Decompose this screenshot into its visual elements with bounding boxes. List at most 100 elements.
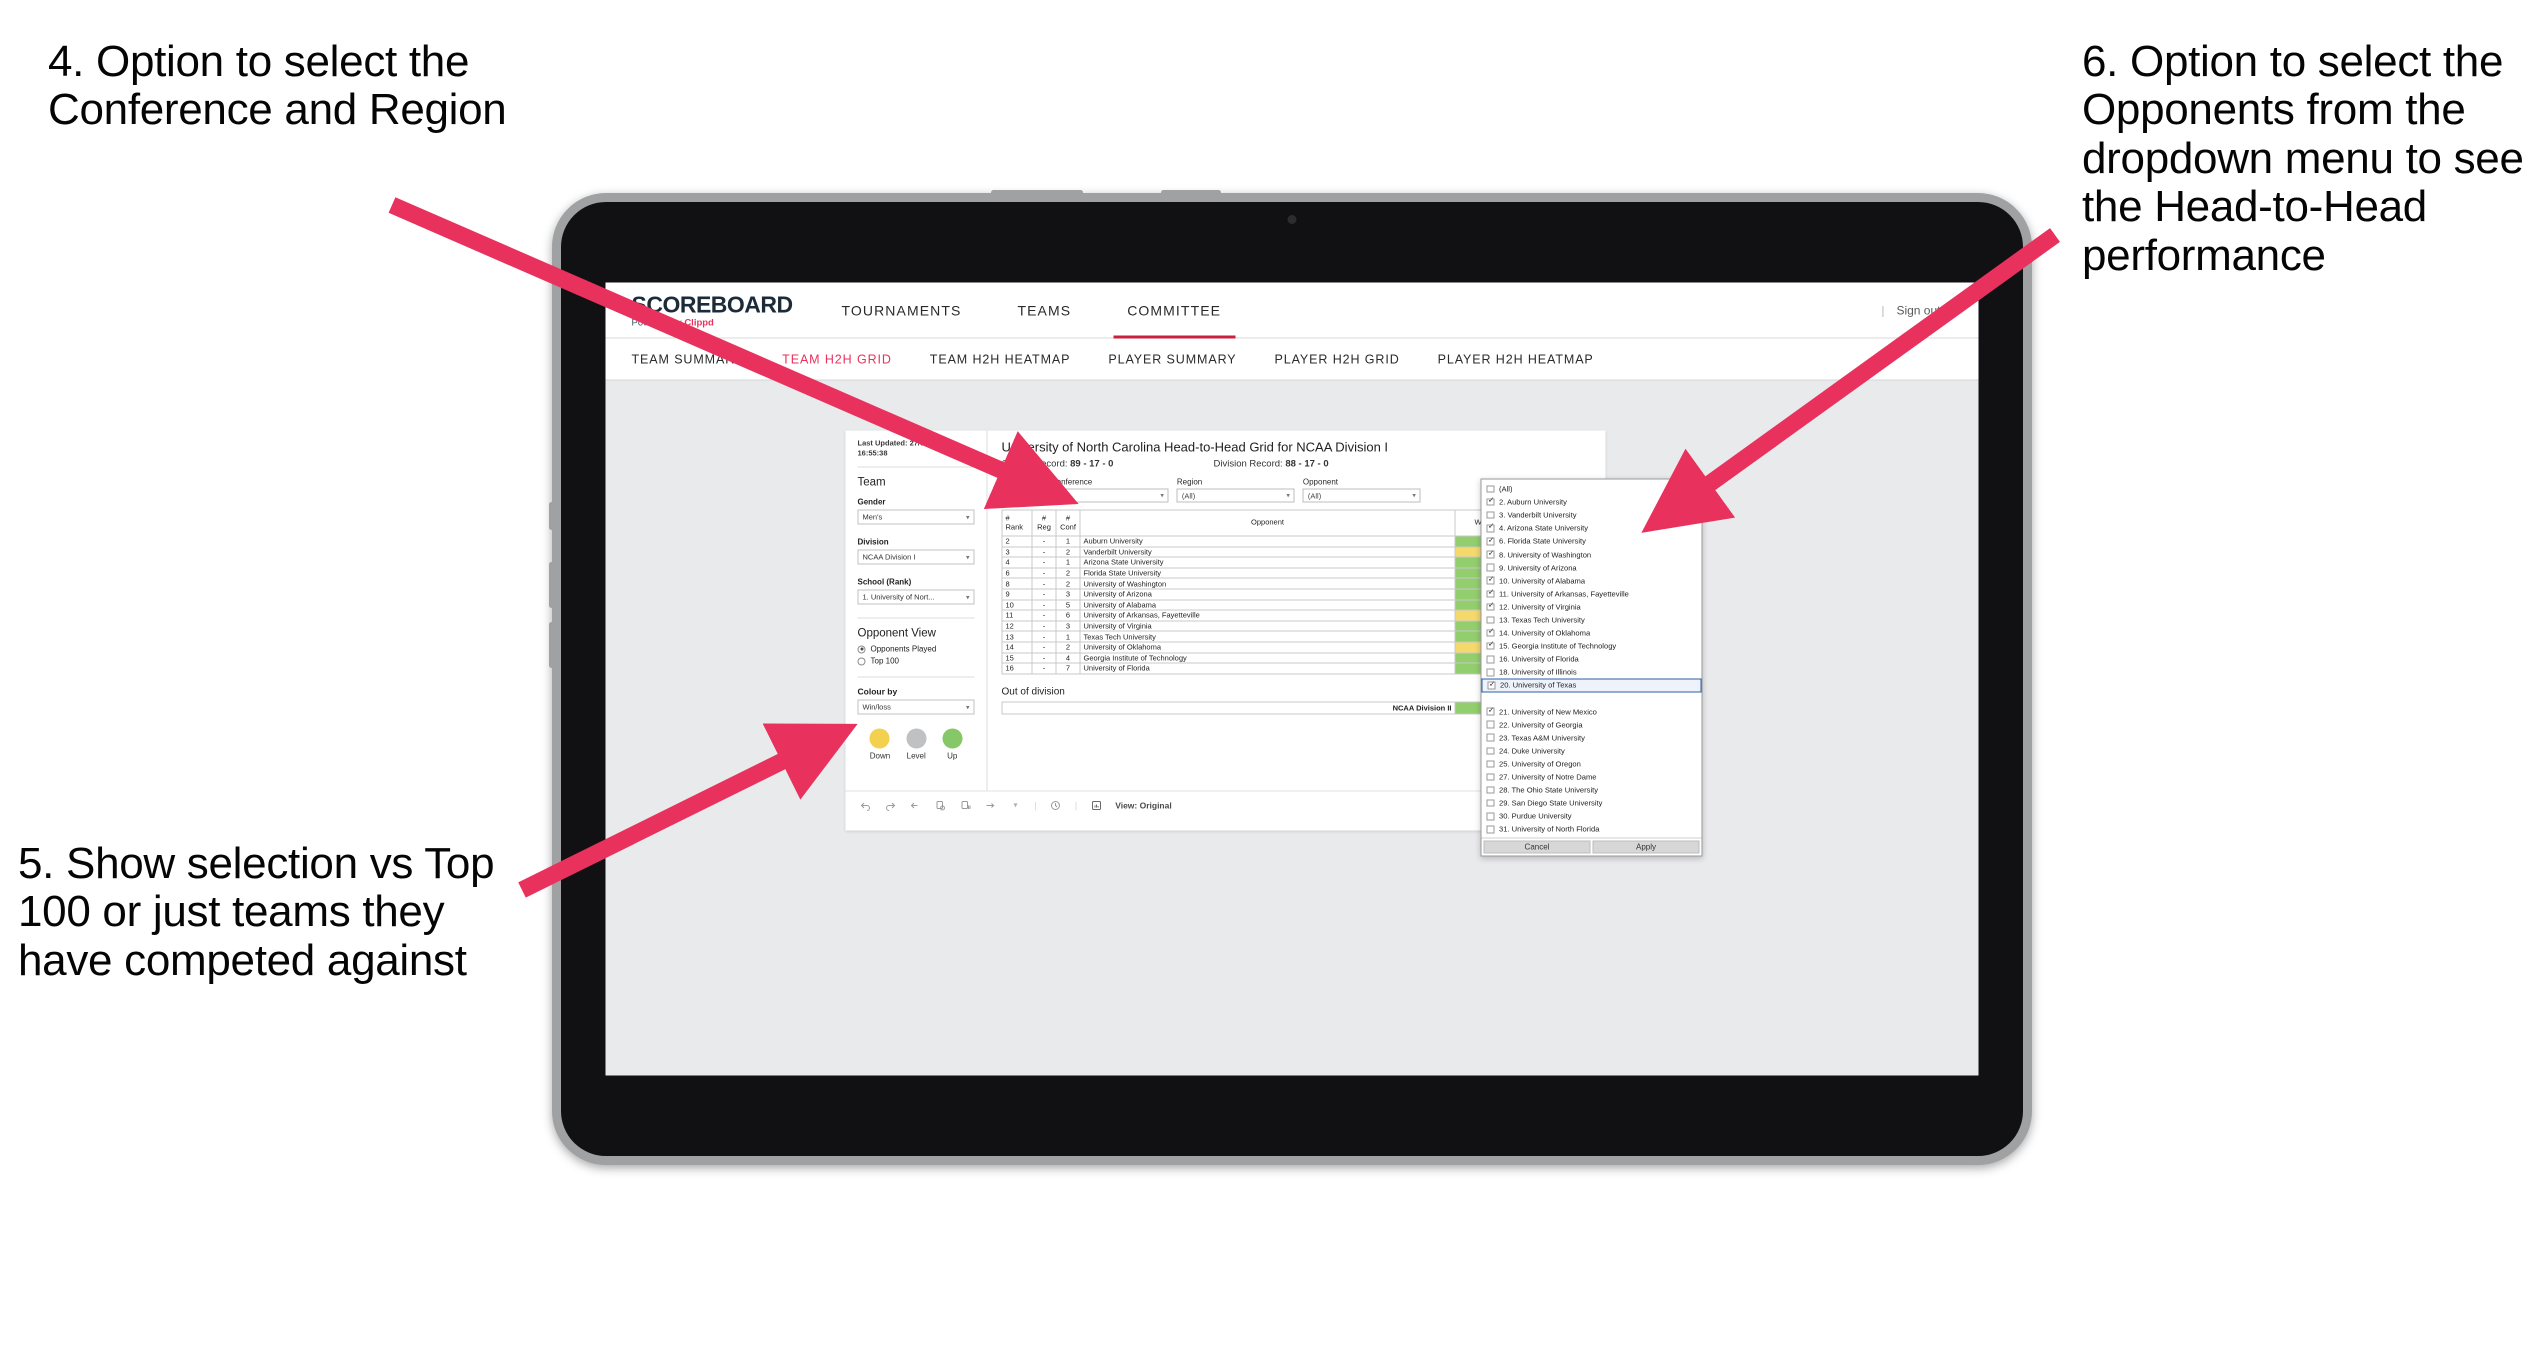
col-opponent: Opponent [1079,509,1456,537]
pause-auto-update-icon[interactable] [960,799,972,811]
dropdown-item[interactable]: 11. University of Arkansas, Fayetteville [1482,587,1702,600]
subnav-player-h2h-grid[interactable]: PLAYER H2H GRID [1275,352,1400,366]
checkbox-icon[interactable] [1486,655,1494,664]
cell-rank: 13 [1001,630,1033,643]
cell-conf: 1 [1055,535,1081,548]
dropdown-item[interactable]: 22. University of Georgia [1482,718,1702,731]
dropdown-item-label: 30. Purdue University [1499,811,1572,821]
radio-opponents-played[interactable]: Opponents Played [857,645,975,654]
nav-tournaments[interactable]: TOURNAMENTS [814,283,990,339]
checkbox-icon[interactable] [1486,511,1494,519]
gender-label: Gender [857,497,886,507]
subnav-team-summary[interactable]: TEAM SUMMARY [632,352,745,366]
checkbox-icon[interactable] [1486,786,1494,794]
primary-nav: TOURNAMENTS TEAMS COMMITTEE [814,283,1250,339]
dropdown-item[interactable]: 15. Georgia Institute of Technology [1482,640,1702,653]
dropdown-item[interactable]: 8. University of Washington [1482,548,1702,561]
legend-item-up: Up [942,728,963,761]
dropdown-item[interactable]: 23. Texas A&M University [1482,731,1702,744]
app-logo[interactable]: SCOREBOARD Powered by Clippd [632,292,794,329]
dropdown-item[interactable]: 3. Vanderbilt University [1482,509,1702,522]
subnav-player-h2h-heatmap[interactable]: PLAYER H2H HEATMAP [1438,352,1594,366]
checkbox-icon[interactable] [1486,589,1494,598]
dropdown-item[interactable]: 6. Florida State University [1482,535,1702,548]
opponent-dropdown-footer: Cancel Apply [1481,837,1702,856]
checkbox-icon[interactable] [1486,602,1494,611]
dropdown-item[interactable]: 25. University of Oregon [1482,757,1702,770]
opponent-dropdown-panel[interactable]: (All) 2. Auburn University 3. Vanderbilt U… [1480,478,1703,857]
checkbox-icon[interactable] [1486,825,1494,834]
dropdown-item[interactable]: 29. San Diego State University [1482,797,1702,810]
nav-teams[interactable]: TEAMS [989,283,1099,339]
checkbox-icon[interactable] [1486,720,1494,729]
sign-out-link[interactable]: Sign out [1896,303,1940,317]
redo-icon[interactable] [885,799,897,811]
dropdown-item[interactable]: 16. University of Florida [1482,653,1702,666]
checkbox-icon[interactable] [1486,706,1494,716]
checkbox-icon[interactable] [1486,523,1494,533]
checkbox-icon[interactable] [1486,747,1494,755]
share-icon[interactable] [985,799,997,811]
apply-button[interactable]: Apply [1592,840,1700,854]
dropdown-item[interactable]: (All) [1482,483,1702,496]
dropdown-item[interactable]: 13. Texas Tech University [1482,613,1702,626]
refresh-icon[interactable] [935,799,947,811]
dropdown-item[interactable]: 27. University of Notre Dame [1482,770,1702,783]
checkbox-icon[interactable] [1486,575,1494,585]
undo-icon[interactable] [860,799,872,811]
view-original-label[interactable]: View: Original [1115,800,1172,810]
conference-select[interactable]: (All) ▾ [1050,488,1169,503]
dropdown-item[interactable]: 20. University of Texas [1481,678,1702,692]
checkbox-icon[interactable] [1486,773,1494,781]
cancel-button[interactable]: Cancel [1483,840,1591,854]
checkbox-icon[interactable] [1486,641,1494,650]
nav-committee[interactable]: COMMITTEE [1099,283,1249,338]
division-select[interactable]: NCAA Division I ▾ [857,549,975,565]
dropdown-item[interactable]: 21. University of New Mexico [1482,705,1702,718]
header-divider: | [1881,303,1885,317]
checkbox-icon[interactable] [1486,485,1494,493]
checkbox-icon[interactable] [1486,628,1494,637]
dropdown-item[interactable]: 28. The Ohio State University [1482,784,1702,797]
checkbox-icon[interactable] [1486,799,1494,807]
radio-top-100[interactable]: Top 100 [857,657,975,666]
dropdown-item[interactable]: 14. University of Oklahoma [1482,627,1702,640]
dropdown-item[interactable]: 31. University of North Florida [1482,823,1702,836]
school-rank-select[interactable]: 1. University of Nort... ▾ [857,589,975,605]
subnav-player-summary[interactable]: PLAYER SUMMARY [1108,352,1236,366]
region-select[interactable]: (All) ▾ [1176,488,1295,503]
chevron-down-icon[interactable]: ▾ [1010,799,1022,811]
dropdown-item[interactable]: 30. Purdue University [1482,810,1702,823]
opponent-select[interactable]: (All) ▾ [1302,488,1421,503]
history-icon[interactable] [1050,799,1062,811]
checkbox-icon[interactable] [1486,616,1494,624]
colour-by-select[interactable]: Win/loss ▾ [857,699,975,715]
revert-icon[interactable] [910,799,922,811]
gender-select[interactable]: Men's ▾ [857,509,975,525]
checkbox-icon[interactable] [1486,760,1494,768]
checkbox-icon[interactable] [1486,549,1494,559]
checkbox-icon[interactable] [1486,812,1494,821]
dropdown-item[interactable]: 10. University of Alabama [1482,574,1702,587]
dropdown-item[interactable]: 9. University of Arizona [1482,561,1702,574]
dropdown-item[interactable]: 4. Arizona State University [1482,522,1702,535]
checkbox-icon[interactable] [1486,668,1494,677]
dropdown-item[interactable]: 12. University of Virginia [1482,600,1702,613]
subnav-team-h2h-heatmap[interactable]: TEAM H2H HEATMAP [930,352,1071,366]
cell-opponent: Auburn University [1079,535,1456,548]
dropdown-item[interactable]: 24. Duke University [1482,744,1702,757]
dropdown-item[interactable]: 18. University of Illinois [1482,666,1702,679]
checkbox-icon[interactable] [1487,680,1495,690]
checkbox-icon[interactable] [1486,497,1494,506]
checkbox-icon[interactable] [1486,733,1494,742]
dropdown-item[interactable]: 2. Auburn University [1482,496,1702,509]
legend-dot-up-icon [942,728,963,749]
view-original-icon[interactable] [1090,799,1102,811]
chevron-down-icon: ▾ [1412,492,1416,500]
dropdown-item-label: 25. University of Oregon [1499,759,1581,769]
subnav-team-h2h-grid[interactable]: TEAM H2H GRID [782,352,892,366]
dropdown-item-label: 31. University of North Florida [1499,824,1600,834]
checkbox-icon[interactable] [1486,536,1494,546]
dropdown-item-label: 18. University of Illinois [1499,667,1577,677]
checkbox-icon[interactable] [1486,563,1494,572]
